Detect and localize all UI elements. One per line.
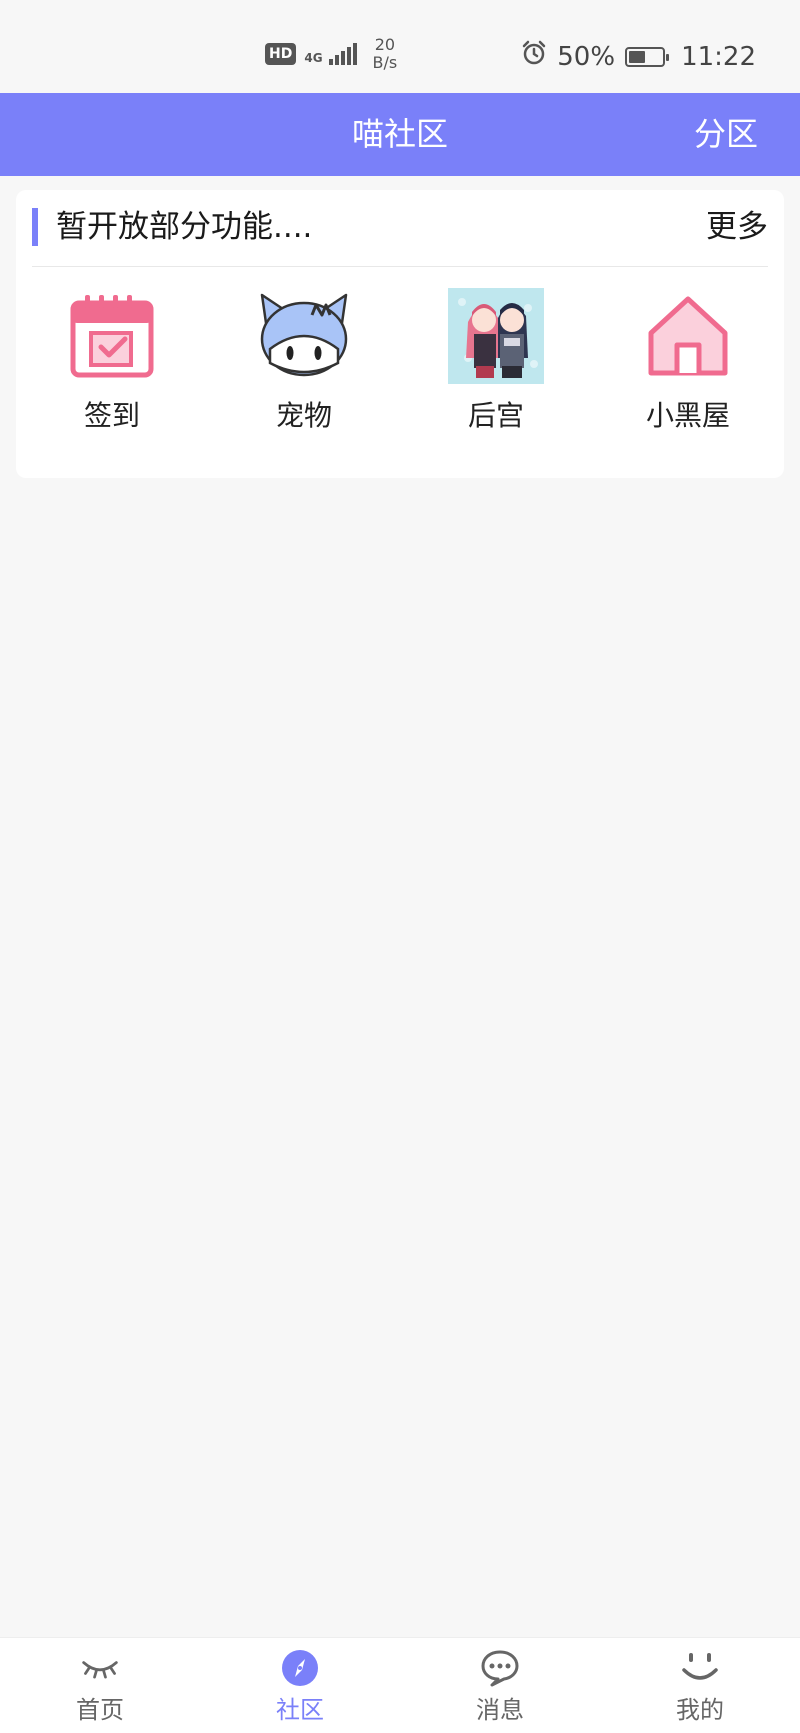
status-bar: HD 4G 20 B/s 50% 11:22 [0,0,800,93]
net-speed-unit: B/s [372,53,398,72]
tab-mine[interactable]: 我的 [600,1638,800,1733]
battery-icon [625,46,670,67]
divider [32,266,768,267]
accent-bar [32,208,38,246]
system-status: 50% 11:22 [521,40,756,73]
eye-icon [80,1648,120,1688]
card-title: 暂开放部分功能.... [56,209,313,245]
feature-card: 暂开放部分功能.... 更多 签到 宠物 后宫 小黑屋 [16,190,784,478]
signal-icon: 4G [304,43,357,65]
feature-grid: 签到 宠物 后宫 小黑屋 [16,286,784,446]
net-speed-value: 20 [374,35,396,54]
hd-badge: HD [265,43,297,65]
net-speed: 20 B/s [373,36,398,72]
feature-label: 宠物 [275,399,332,432]
more-button[interactable]: 更多 [706,206,768,248]
feature-label: 小黑屋 [645,399,730,432]
feature-label: 后宫 [467,399,524,432]
network-type: 4G [304,51,323,65]
feature-pet[interactable]: 宠物 [208,286,400,446]
tab-label: 社区 [276,1696,324,1724]
network-status: HD 4G 20 B/s [265,36,397,72]
battery-fill [629,50,646,63]
feature-harem[interactable]: 后宫 [400,286,592,446]
feature-blackroom[interactable]: 小黑屋 [592,286,784,446]
card-header: 暂开放部分功能.... 更多 [16,190,784,266]
smiley-icon [680,1648,720,1688]
tab-home[interactable]: 首页 [0,1638,200,1733]
anime-girls-image [446,286,546,386]
chat-icon [480,1648,520,1688]
clock: 11:22 [681,41,756,72]
app-bar: 喵社区 分区 [0,93,800,176]
cat-avatar-icon [254,286,354,386]
tab-label: 消息 [476,1696,524,1724]
tab-messages[interactable]: 消息 [400,1638,600,1733]
tab-label: 首页 [76,1696,124,1724]
tab-label: 我的 [676,1696,724,1724]
calendar-check-icon [62,286,162,386]
battery-percent: 50% [557,41,616,72]
page-title: 喵社区 [351,115,448,153]
section-button[interactable]: 分区 [694,93,758,176]
alarm-icon [521,40,547,73]
tab-community[interactable]: 社区 [200,1638,400,1733]
compass-icon [280,1648,320,1688]
house-icon [638,286,738,386]
feature-label: 签到 [83,399,140,432]
bottom-tab-bar: 首页 社区 消息 我的 [0,1637,800,1733]
feature-checkin[interactable]: 签到 [16,286,208,446]
